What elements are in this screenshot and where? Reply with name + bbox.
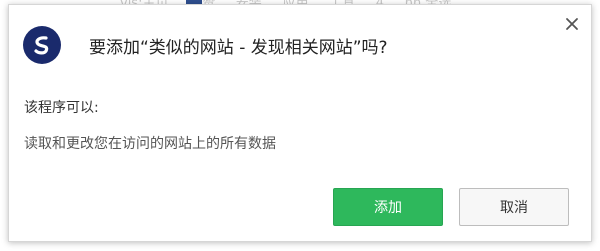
screen: vis:主页 ... 赞赞 ... 安装 ... 应用 ... 工具 ... 4… (0, 0, 600, 251)
cancel-button[interactable]: 取消 (459, 188, 569, 226)
dialog-header: 要添加“类似的网站 - 发现相关网站”吗? (23, 23, 551, 67)
close-icon[interactable] (563, 15, 581, 33)
similar-sites-logo-icon (23, 26, 61, 64)
permissions-heading: 该程序可以: (24, 100, 99, 116)
dialog-title: 要添加“类似的网站 - 发现相关网站”吗? (89, 37, 388, 58)
add-button[interactable]: 添加 (333, 188, 443, 226)
permission-item: 读取和更改您在访问的网站上的所有数据 (24, 136, 276, 152)
extension-install-dialog: 要添加“类似的网站 - 发现相关网站”吗? 该程序可以: 读取和更改您在访问的网… (8, 4, 592, 242)
